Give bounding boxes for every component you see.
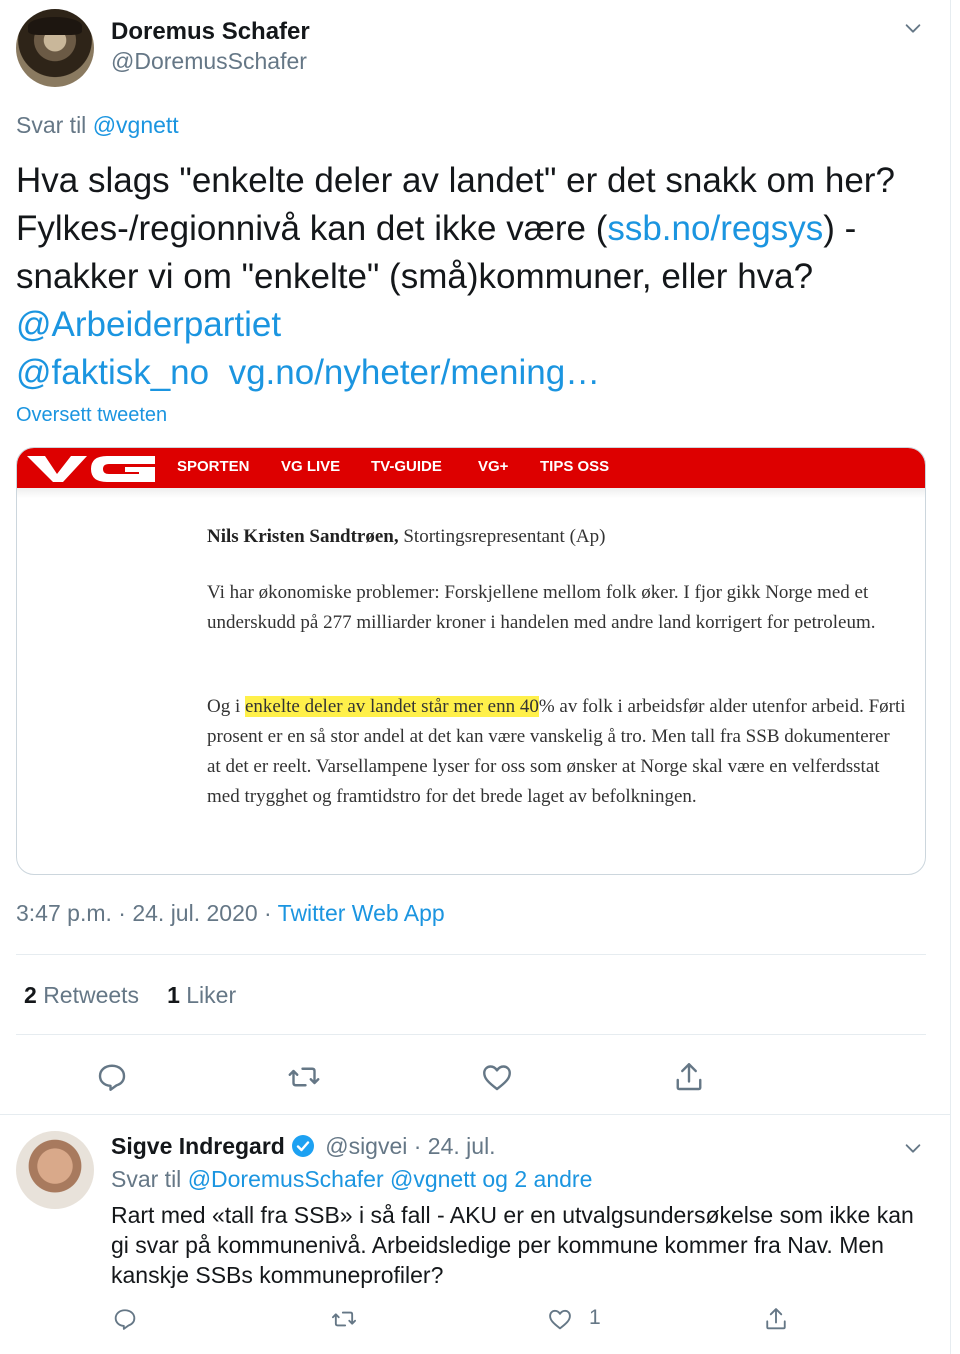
article-excerpt: Nils Kristen Sandtrøen, Stortingsreprese… [207,526,907,807]
column-border [950,0,951,1354]
reply-handles-link[interactable]: @DoremusSchafer @vgnett og 2 andre [188,1166,593,1192]
article-paragraph-highlighted: Og i enkelte deler av landet står mer en… [207,696,906,807]
tweet-stats: 2 Retweets 1 Liker [24,982,236,1009]
tweet-text: Hva slags "enkelte deler av landet" er d… [16,157,916,397]
vg-nav-tvguide: TV-GUIDE [371,458,442,475]
reply-handle-date[interactable]: @sigvei · 24. jul. [319,1133,495,1159]
mention-faktisk[interactable]: @faktisk_no [16,353,209,392]
reply-context: Svar til @DoremusSchafer @vgnett og 2 an… [111,1166,593,1192]
retweet-icon[interactable] [330,1305,358,1333]
main-tweet-header: Doremus Schafer @DoremusSchafer [16,9,936,89]
verified-badge-icon [291,1135,314,1157]
chevron-down-icon[interactable] [902,17,924,39]
author-handle[interactable]: @DoremusSchafer [111,48,307,75]
divider [0,1114,950,1115]
article-paragraph: Vi har økonomiske problemer: Forskjellen… [207,582,876,633]
share-icon[interactable] [671,1059,707,1095]
reply-author-name[interactable]: Sigve Indregard [111,1133,285,1159]
vg-logo [27,456,155,482]
highlighted-text: enkelte deler av landet står mer enn 40 [245,696,539,717]
reply-icon[interactable] [94,1059,130,1095]
reply-like-count: 1 [589,1306,601,1329]
source-link[interactable]: Twitter Web App [278,900,445,926]
chevron-down-icon[interactable] [902,1137,924,1159]
mention-arbeiderpartiet[interactable]: @Arbeiderpartiet [16,305,281,344]
tweet-timestamp: 3:47 p.m. · 24. jul. 2020 · Twitter Web … [16,900,445,926]
reply-tweet-text: Rart med «tall fra SSB» i så fall - AKU … [111,1202,914,1288]
like-icon[interactable] [546,1305,574,1333]
reply-handle-link[interactable]: @vgnett [93,112,179,138]
ssb-link[interactable]: ssb.no/regsys [607,209,823,248]
like-icon[interactable] [479,1059,515,1095]
avatar[interactable] [16,9,94,87]
retweets-stat[interactable]: 2 Retweets [24,982,139,1008]
vg-nav-vglive: VG LIVE [281,458,341,475]
divider [16,954,926,955]
translate-link[interactable]: Oversett tweeten [16,404,167,427]
retweet-icon[interactable] [286,1059,322,1095]
article-author: Nils Kristen Sandtrøen, Stortingsreprese… [207,526,606,547]
likes-stat[interactable]: 1 Liker [167,982,236,1008]
vg-nav-vgplus: VG+ [478,458,509,475]
vg-nav-tips: TIPS OSS [540,458,610,475]
reply-avatar[interactable] [16,1131,94,1209]
reply-prefix: Svar til [16,112,87,138]
reply-icon[interactable] [111,1305,139,1333]
reply-context: Svar til @vgnett [16,112,179,139]
share-icon[interactable] [762,1305,790,1333]
vg-nav-sporten: SPORTEN [177,458,250,475]
media-card[interactable]: SPORTEN VG LIVE TV-GUIDE VG+ TIPS OSS Ni… [16,447,926,875]
vg-link[interactable]: vg.no/nyheter/mening… [229,353,601,392]
author-name[interactable]: Doremus Schafer [111,18,310,46]
reply-author-line: Sigve Indregard @sigvei · 24. jul. [111,1133,496,1160]
divider [16,1034,926,1035]
vg-header-bar: SPORTEN VG LIVE TV-GUIDE VG+ TIPS OSS [17,448,925,498]
